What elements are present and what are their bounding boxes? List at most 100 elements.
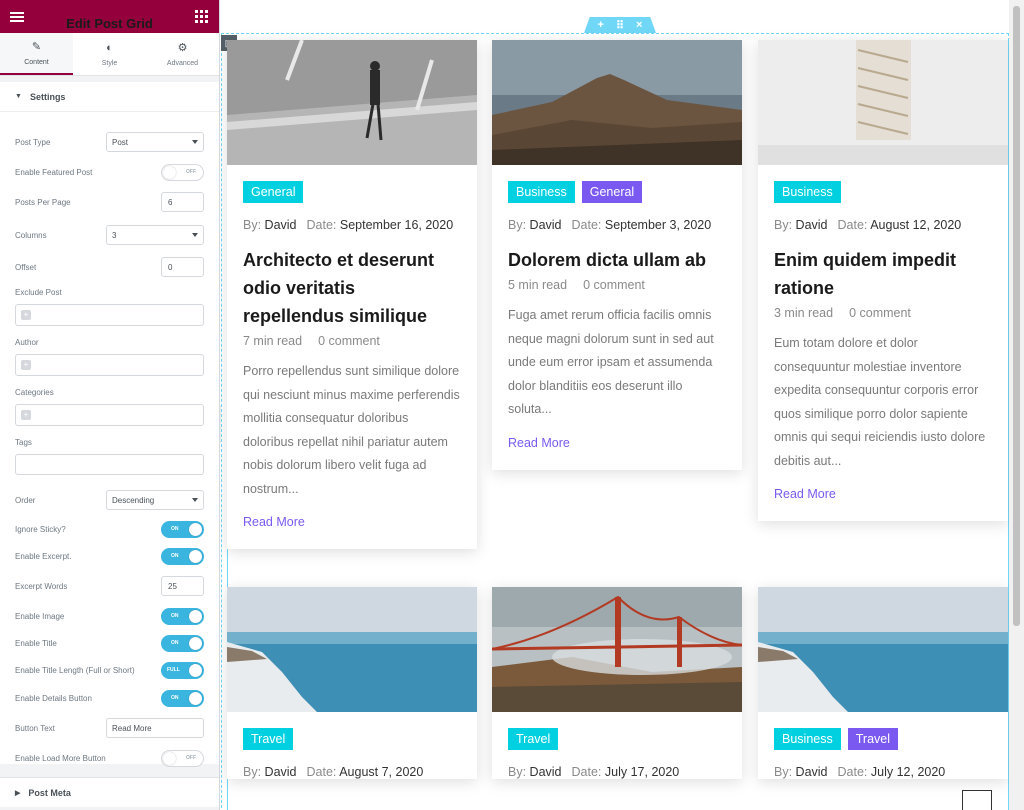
columns-select[interactable]: 3: [106, 225, 204, 245]
comment-count: 0 comment: [583, 278, 645, 292]
category-tag[interactable]: General: [581, 181, 643, 203]
offset-input[interactable]: 0: [161, 257, 204, 277]
posts-per-page-input[interactable]: 6: [161, 192, 204, 212]
settings-section-header[interactable]: ▼ Settings: [0, 82, 219, 112]
post-title[interactable]: Architecto et deserunt odio veritatis re…: [243, 246, 461, 330]
tab-content[interactable]: ✎ Content: [0, 33, 73, 75]
post-author[interactable]: David: [265, 218, 297, 232]
post-image[interactable]: [492, 587, 742, 712]
enable-details-button-toggle[interactable]: ON: [161, 689, 204, 707]
author-label: Author: [15, 338, 39, 347]
post-author[interactable]: David: [796, 218, 828, 232]
exclude-post-field[interactable]: +: [15, 304, 204, 326]
category-tag[interactable]: Business: [508, 181, 575, 203]
enable-excerpt-toggle[interactable]: ON: [161, 547, 204, 565]
post-meta: By: David Date: August 7, 2020: [243, 765, 461, 779]
control-enable-details-button: Enable Details Button ON: [15, 687, 204, 709]
add-section-icon[interactable]: +: [598, 19, 604, 31]
toggle-text: ON: [171, 525, 179, 532]
category-tag[interactable]: General: [243, 181, 304, 203]
enable-details-button-label: Enable Details Button: [15, 693, 92, 703]
caret-down-icon: ▼: [15, 93, 22, 100]
tab-style[interactable]: ◐ Style: [73, 33, 146, 75]
pencil-icon: ✎: [31, 40, 42, 53]
button-text-input[interactable]: Read More: [106, 718, 204, 738]
category-tag[interactable]: Business: [774, 181, 841, 203]
tab-advanced[interactable]: ⚙ Advanced: [146, 33, 219, 75]
excerpt-words-input[interactable]: 25: [161, 576, 204, 596]
post-author[interactable]: David: [530, 218, 562, 232]
read-more-link[interactable]: Read More: [774, 487, 992, 521]
toggle-text: FULL: [167, 666, 180, 673]
post-author[interactable]: David: [530, 765, 562, 779]
post-image[interactable]: [227, 587, 477, 712]
button-text-label: Button Text: [15, 723, 55, 733]
read-more-link[interactable]: Read More: [508, 436, 726, 470]
widgets-grid-icon[interactable]: [194, 9, 209, 24]
enable-title-toggle[interactable]: ON: [161, 634, 204, 652]
enable-load-more-toggle[interactable]: OFF: [161, 749, 204, 767]
post-image[interactable]: [227, 40, 477, 165]
order-select[interactable]: Descending: [106, 490, 204, 510]
control-posts-per-page: Posts Per Page 6: [15, 191, 204, 213]
post-date: September 16, 2020: [339, 218, 454, 232]
enable-featured-toggle[interactable]: OFF: [161, 163, 204, 181]
columns-value: 3: [112, 230, 117, 240]
drag-section-icon[interactable]: ⠿: [616, 19, 624, 32]
control-enable-image: Enable Image ON: [15, 605, 204, 627]
category-tag[interactable]: Travel: [847, 728, 898, 750]
enable-title-label: Enable Title: [15, 638, 57, 648]
post-title[interactable]: Dolorem dicta ullam ab: [508, 246, 726, 274]
post-meta: By: David Date: July 17, 2020: [508, 765, 726, 779]
enable-title-length-toggle[interactable]: FULL: [161, 661, 204, 679]
post-card: General By: David Date: September 16, 202…: [227, 40, 477, 549]
editor-app: Edit Post Grid ✎ Content ◐ Style ⚙ Advan…: [0, 0, 1024, 810]
post-card: Business By: David Date: August 12, 2020 …: [758, 40, 1008, 521]
enable-image-toggle[interactable]: ON: [161, 607, 204, 625]
category-tag[interactable]: Travel: [508, 728, 559, 750]
control-enable-excerpt: Enable Excerpt. ON: [15, 545, 204, 567]
category-tag[interactable]: Business: [774, 728, 841, 750]
add-icon: +: [21, 310, 31, 320]
by-label: By:: [774, 218, 793, 232]
category-tag[interactable]: Travel: [243, 728, 294, 750]
post-meta-section-header[interactable]: ▶ Post Meta: [0, 777, 219, 807]
tags-field[interactable]: [15, 454, 204, 475]
toggle-text: ON: [171, 552, 179, 559]
post-type-select[interactable]: Post: [106, 132, 204, 152]
control-excerpt-words: Excerpt Words 25: [15, 575, 204, 597]
post-excerpt: Eum totam dolore et dolor consequuntur m…: [774, 336, 986, 468]
post-author[interactable]: David: [265, 765, 297, 779]
tab-advanced-label: Advanced: [166, 59, 199, 67]
control-enable-featured: Enable Featured Post OFF: [15, 161, 204, 183]
control-enable-load-more: Enable Load More Button OFF: [15, 747, 204, 769]
panel-body: ▼ Settings Post Type Post Enable Feature…: [0, 76, 219, 810]
date-label: Date:: [837, 218, 868, 232]
excerpt-words-label: Excerpt Words: [15, 581, 68, 591]
comment-count: 0 comment: [318, 334, 380, 348]
post-image[interactable]: [492, 40, 742, 165]
categories-field[interactable]: +: [15, 404, 204, 426]
menu-icon[interactable]: [10, 10, 24, 24]
back-to-top-button[interactable]: [962, 790, 992, 810]
post-image[interactable]: [758, 587, 1008, 712]
delete-section-icon[interactable]: ×: [636, 19, 642, 31]
section-toolbar: + ⠿ ×: [584, 17, 656, 33]
control-order: Order Descending: [15, 489, 204, 511]
post-meta: By: David Date: August 12, 2020: [774, 218, 992, 232]
by-label: By:: [508, 765, 527, 779]
toggle-text: ON: [171, 639, 179, 646]
post-author[interactable]: David: [796, 765, 828, 779]
post-card: Travel By: David Date: July 17, 2020: [492, 587, 742, 779]
posts-per-page-label: Posts Per Page: [15, 197, 71, 207]
date-label: Date:: [837, 765, 868, 779]
post-image[interactable]: [758, 40, 1008, 165]
exclude-post-label: Exclude Post: [15, 288, 62, 297]
read-more-link[interactable]: Read More: [243, 515, 461, 549]
scrollbar[interactable]: [1009, 0, 1024, 810]
scrollbar-thumb[interactable]: [1013, 6, 1020, 626]
post-meta: By: David Date: July 12, 2020: [774, 765, 992, 779]
post-title[interactable]: Enim quidem impedit ratione: [774, 246, 992, 302]
ignore-sticky-toggle[interactable]: ON: [161, 520, 204, 538]
author-field[interactable]: +: [15, 354, 204, 376]
